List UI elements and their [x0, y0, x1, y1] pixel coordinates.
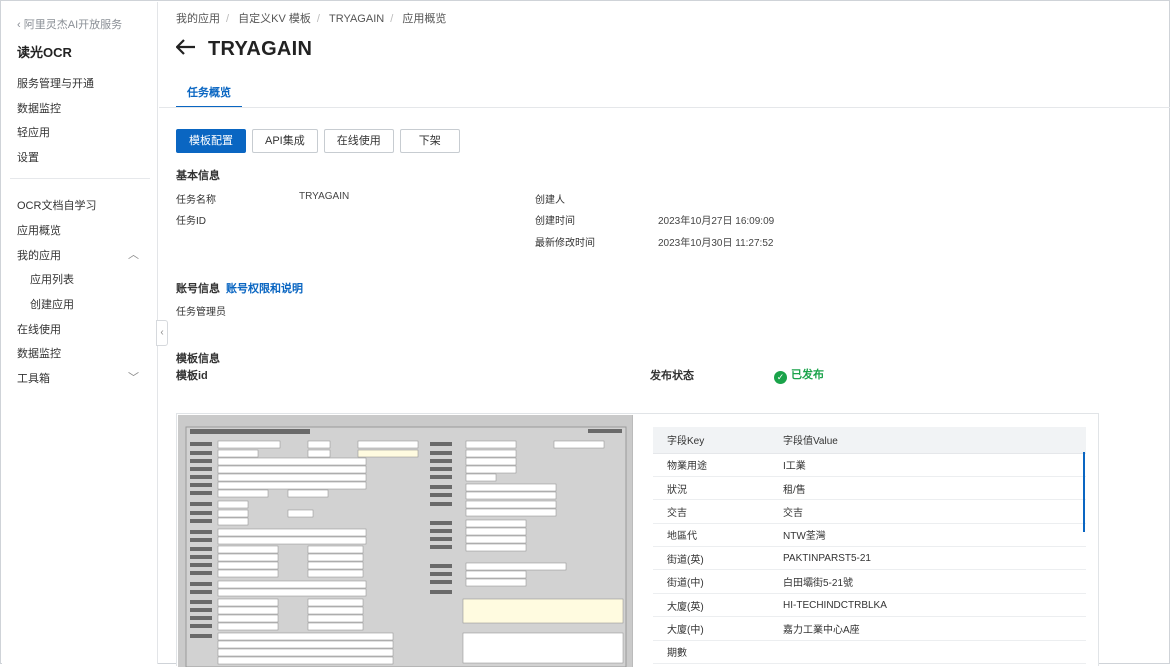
- created-label: 创建时间: [535, 216, 575, 227]
- field-value: 租/售: [769, 476, 1086, 501]
- sidebar-divider: [10, 178, 150, 179]
- column-header-key: 字段Key: [653, 427, 769, 454]
- online-use-button[interactable]: 在线使用: [323, 129, 394, 153]
- field-key: 大廈(中): [653, 616, 769, 641]
- field-key: 狀況: [653, 476, 769, 501]
- task-name-label: 任务名称: [176, 195, 216, 206]
- field-key: 物業用途: [653, 453, 769, 477]
- account-heading-text: 账号信息: [176, 283, 220, 295]
- field-key: 街道(英): [653, 546, 769, 571]
- field-value: 白田壩街5-21號: [769, 569, 1086, 594]
- basic-info-heading: 基本信息: [176, 170, 220, 182]
- table-row[interactable]: 地區代 NTW荃灣: [653, 523, 1086, 548]
- sidebar-item-online-use[interactable]: 在线使用: [17, 321, 61, 337]
- template-preview-panel: 字段Key 字段值Value 物業用途 I工業 狀況 租/售 交吉 交吉 地區代 NTW…: [176, 413, 1099, 667]
- field-key: 期數: [653, 640, 769, 665]
- template-document-image[interactable]: [178, 415, 633, 667]
- table-scrollbar[interactable]: [1083, 452, 1085, 532]
- fields-table: 字段Key 字段值Value 物業用途 I工業 狀況 租/售 交吉 交吉 地區代 NTW…: [653, 427, 1086, 665]
- creator-label: 创建人: [535, 195, 565, 206]
- task-id-label: 任务ID: [176, 216, 206, 227]
- sidebar-item-monitor[interactable]: 数据监控: [17, 100, 61, 116]
- publish-status-badge: ✓ 已发布: [774, 366, 824, 384]
- back-link[interactable]: ‹ 阿里灵杰AI开放服务: [17, 16, 122, 32]
- action-toolbar: 模板配置 API集成 在线使用 下架: [176, 129, 466, 153]
- product-title: 读光OCR: [17, 45, 72, 60]
- publish-status-label: 发布状态: [650, 370, 694, 382]
- table-row[interactable]: 交吉 交吉: [653, 499, 1086, 524]
- field-value: NTW荃灣: [769, 523, 1086, 548]
- sidebar-item-settings[interactable]: 设置: [17, 149, 39, 165]
- sidebar-item-ocr-learning[interactable]: OCR文档自学习: [17, 197, 96, 213]
- sidebar-item-app-overview[interactable]: 应用概览: [17, 222, 61, 238]
- offline-button[interactable]: 下架: [399, 129, 460, 153]
- breadcrumb-item[interactable]: 自定义KV 模板: [238, 13, 311, 25]
- table-row[interactable]: 期數: [653, 640, 1086, 665]
- page-title-text: TRYAGAIN: [208, 38, 313, 60]
- field-value: 交吉: [769, 499, 1086, 524]
- modified-label: 最新修改时间: [535, 238, 595, 249]
- breadcrumb-item[interactable]: TRYAGAIN: [329, 13, 384, 25]
- sidebar-item-service[interactable]: 服务管理与开通: [17, 75, 94, 91]
- sidebar-item-app-list[interactable]: 应用列表: [30, 271, 74, 287]
- field-value: HI-TECHINDCTRBLKA: [769, 593, 1086, 618]
- table-row[interactable]: 狀況 租/售: [653, 476, 1086, 501]
- back-link-label: 阿里灵杰AI开放服务: [23, 19, 123, 31]
- template-config-button[interactable]: 模板配置: [176, 129, 246, 153]
- account-info-heading: 账号信息 账号权限和说明: [176, 280, 303, 296]
- sidebar-item-data-monitor[interactable]: 数据监控: [17, 345, 61, 361]
- breadcrumb-item: 应用概览: [402, 13, 447, 25]
- sidebar: ‹ 阿里灵杰AI开放服务 读光OCR 服务管理与开通 数据监控 轻应用 设置 O…: [2, 2, 158, 664]
- back-arrow-icon[interactable]: [175, 38, 198, 61]
- field-key: 交吉: [653, 499, 769, 524]
- page-title: TRYAGAIN: [175, 38, 313, 61]
- column-header-value: 字段值Value: [769, 427, 1086, 454]
- template-id-label: 模板id: [176, 370, 208, 382]
- field-value: [769, 640, 1086, 665]
- task-name-value: TRYAGAIN: [299, 191, 350, 202]
- table-row[interactable]: 街道(中) 白田壩街5-21號: [653, 569, 1086, 594]
- field-value: PAKTINPARST5-21: [769, 546, 1086, 571]
- sidebar-item-create-app[interactable]: 创建应用: [30, 296, 74, 312]
- table-row[interactable]: 街道(英) PAKTINPARST5-21: [653, 546, 1086, 571]
- publish-status-text: 已发布: [791, 369, 824, 381]
- table-row[interactable]: 大廈(中) 嘉力工業中心A座: [653, 616, 1086, 641]
- created-value: 2023年10月27日 16:09:09: [658, 216, 775, 227]
- table-row[interactable]: 物業用途 I工業: [653, 453, 1086, 477]
- tab-task-overview[interactable]: 任务概览: [176, 84, 242, 108]
- sidebar-item-my-apps[interactable]: 我的应用: [17, 247, 61, 263]
- main-content: 我的应用 / 自定义KV 模板 / TRYAGAIN / 应用概览 TRYAGAIN …: [159, 2, 1170, 667]
- check-circle-icon: ✓: [774, 371, 787, 384]
- modified-value: 2023年10月30日 11:27:52: [658, 238, 774, 249]
- breadcrumb-item[interactable]: 我的应用: [176, 13, 220, 25]
- field-value: 嘉力工業中心A座: [769, 616, 1086, 641]
- template-info-heading: 模板信息: [176, 353, 220, 365]
- field-key: 大廈(英): [653, 593, 769, 618]
- table-row[interactable]: 大廈(英) HI-TECHINDCTRBLKA: [653, 593, 1086, 618]
- sidebar-item-toolbox[interactable]: 工具箱: [17, 370, 50, 386]
- chevron-left-icon: ‹: [17, 19, 21, 31]
- field-value: I工業: [769, 453, 1086, 477]
- api-integration-button[interactable]: API集成: [252, 129, 318, 153]
- sidebar-item-light-app[interactable]: 轻应用: [17, 124, 50, 140]
- account-permission-link[interactable]: 账号权限和说明: [226, 283, 303, 295]
- chevron-down-icon[interactable]: ﹀: [128, 369, 139, 385]
- chevron-up-icon[interactable]: ︿: [128, 246, 139, 262]
- app-frame: ‹ 阿里灵杰AI开放服务 读光OCR 服务管理与开通 数据监控 轻应用 设置 O…: [0, 0, 1170, 667]
- tab-bar-divider: [159, 107, 1170, 108]
- breadcrumb: 我的应用 / 自定义KV 模板 / TRYAGAIN / 应用概览: [176, 13, 447, 25]
- field-key: 地區代: [653, 523, 769, 548]
- task-admin-label: 任务管理员: [176, 307, 226, 318]
- field-key: 街道(中): [653, 569, 769, 594]
